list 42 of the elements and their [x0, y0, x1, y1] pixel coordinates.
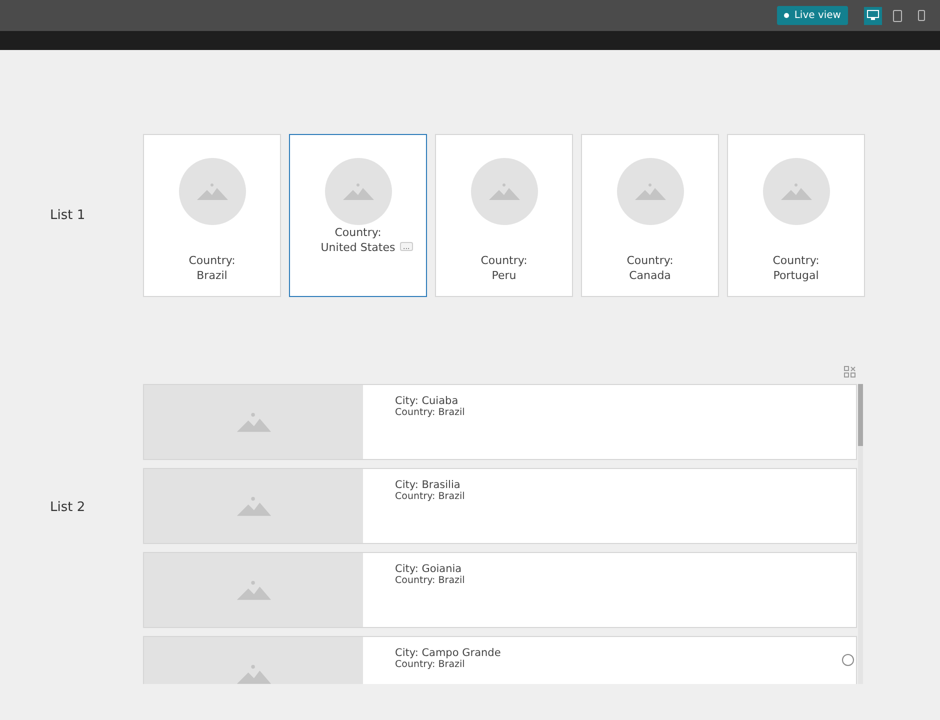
country-text: Country: Portugal — [772, 253, 820, 283]
country-text: Country: Canada — [626, 253, 674, 283]
city-text: City: Campo Grande — [395, 647, 501, 659]
country-text: Country: Brazil — [188, 253, 236, 283]
list-label: List 2 — [50, 500, 86, 515]
live-view-button[interactable]: Live view — [777, 6, 848, 25]
device-button[interactable] — [864, 6, 882, 24]
image-placeholder-icon — [178, 158, 246, 225]
more-button[interactable]: ... — [400, 242, 413, 251]
city-row[interactable]: City: Cuiaba Country: Brazil — [143, 384, 857, 460]
country-text: Country: Brazil — [395, 575, 465, 586]
country-text: Country: United States — [320, 225, 396, 255]
scrollbar[interactable] — [858, 384, 863, 684]
image-placeholder-icon — [234, 662, 272, 684]
image-placeholder-icon — [234, 494, 272, 518]
city-row[interactable]: City: Campo Grande Country: Brazil — [143, 636, 857, 684]
image-placeholder-icon — [234, 578, 272, 602]
city-text: City: Brasilia — [395, 479, 462, 491]
image-placeholder-icon — [616, 158, 684, 225]
city-row[interactable]: City: Brasilia Country: Brazil — [143, 468, 857, 544]
country-text: Country: Brazil — [395, 491, 465, 502]
desktop-icon — [867, 10, 879, 21]
radio-button[interactable] — [842, 654, 854, 666]
phone-icon — [918, 10, 924, 21]
country-card[interactable]: Country: Portugal — [727, 134, 865, 297]
image-placeholder-icon — [470, 158, 538, 225]
city-text: City: Cuiaba — [395, 395, 460, 407]
city-text: City: Goiania — [395, 563, 463, 575]
image-placeholder-icon — [324, 158, 392, 225]
list-label: List 1 — [50, 208, 86, 223]
city-row[interactable]: City: Goiania Country: Brazil — [143, 552, 857, 628]
country-card[interactable]: Country: Peru — [435, 134, 573, 297]
tablet-icon — [892, 10, 902, 22]
layout-icon[interactable] — [844, 366, 856, 378]
country-card[interactable]: Country: United States ... — [289, 134, 427, 297]
country-text: Country: Peru — [480, 253, 528, 283]
country-card[interactable]: Country: Brazil — [143, 134, 281, 297]
country-card[interactable]: Country: Canada — [581, 134, 719, 297]
country-text: Country: Brazil — [395, 659, 466, 670]
image-placeholder-icon — [234, 410, 272, 434]
country-text: Country: Brazil — [395, 407, 465, 418]
image-placeholder-icon — [762, 158, 830, 225]
